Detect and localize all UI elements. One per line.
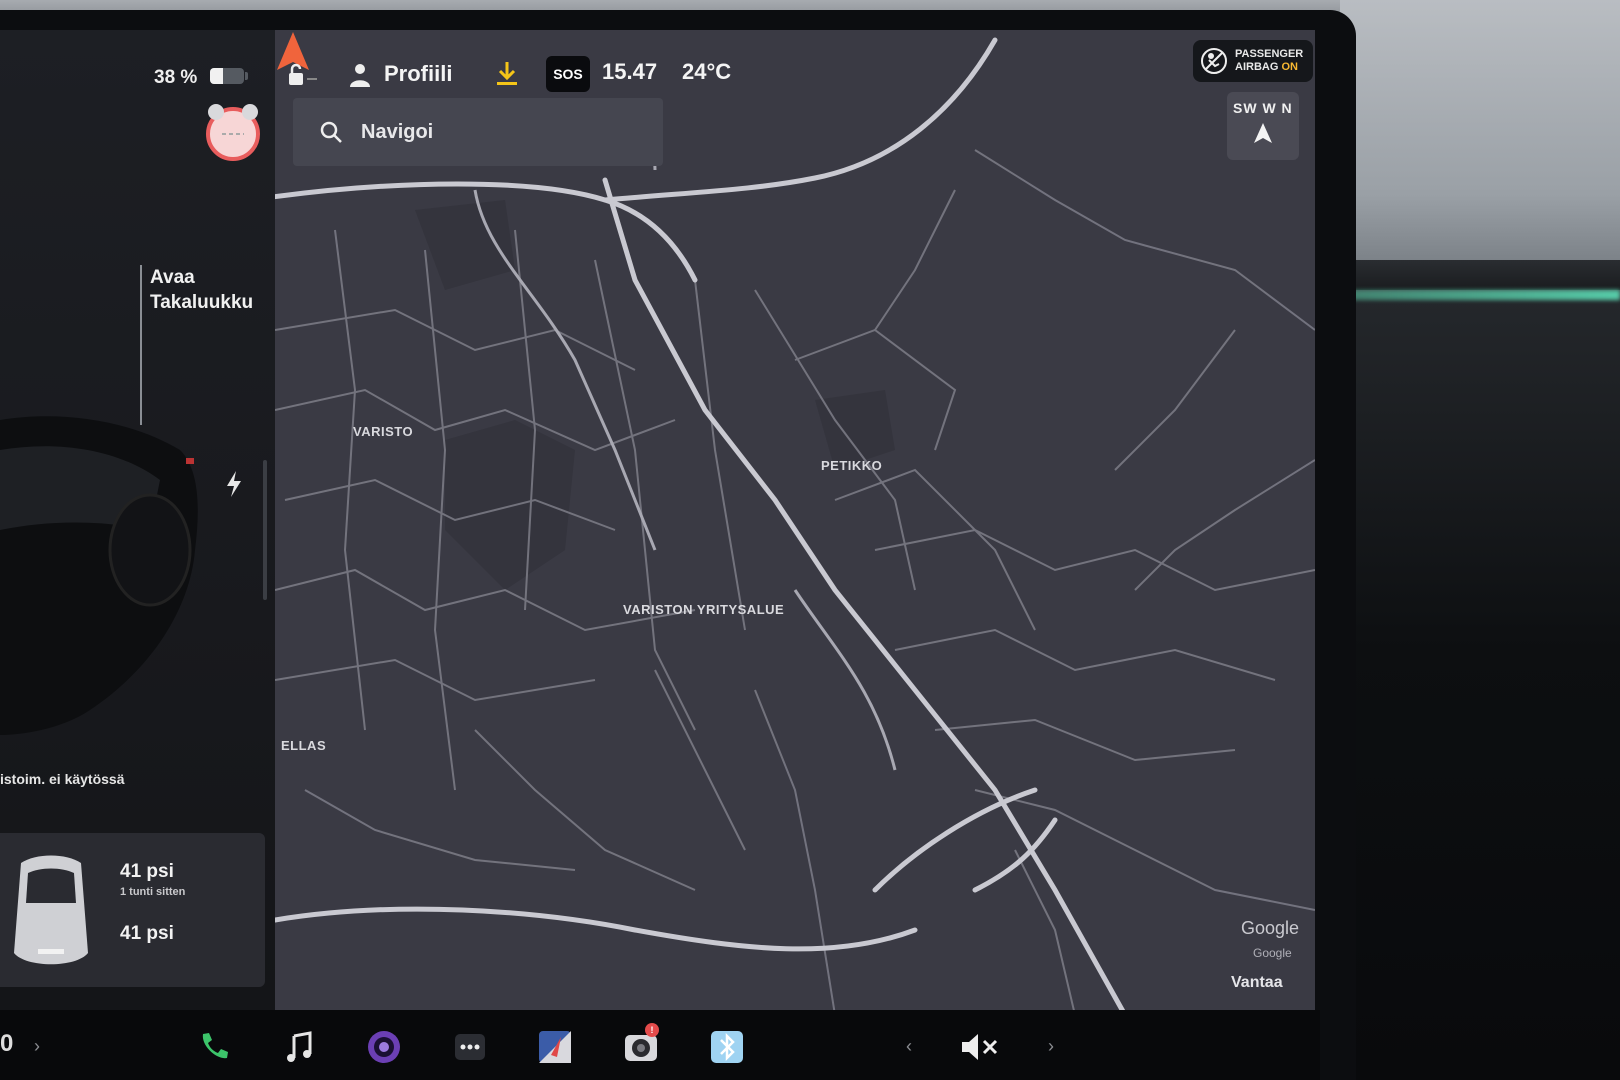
open-trunk-button[interactable]: Avaa Takaluukku xyxy=(150,265,253,315)
battery-percentage: 38 % xyxy=(154,67,198,88)
map-label-ellas: ELLAS xyxy=(281,738,327,753)
volume-muted-icon xyxy=(962,1034,998,1060)
airbag-line2: AIRBAG ON xyxy=(1235,61,1303,74)
map-attribution: Google xyxy=(1253,946,1292,960)
map-label-petikko: PETIKKO xyxy=(821,458,883,473)
sos-button[interactable]: SOS xyxy=(546,56,590,92)
map-city-label: Vantaa xyxy=(1231,974,1283,991)
battery-icon xyxy=(210,68,244,84)
map-view[interactable]: VARISTO PETIKKO VARISTON YRITYSALUE ELLA… xyxy=(275,30,1315,1015)
dashcam-badge: ! xyxy=(645,1023,659,1037)
volume-button[interactable] xyxy=(960,1027,1000,1067)
dashcam-app-button[interactable]: ! xyxy=(621,1023,661,1067)
download-update-icon[interactable] xyxy=(494,60,520,88)
compass-letters: SW W N xyxy=(1233,100,1293,116)
climate-temperature-partial[interactable]: 0 xyxy=(0,1030,13,1058)
google-logo: Google xyxy=(1241,918,1300,938)
background-cabin xyxy=(1340,0,1620,1080)
volume-up-chevron-icon[interactable]: › xyxy=(1048,1036,1054,1057)
lock-icon[interactable] xyxy=(285,62,319,88)
compass-button[interactable]: SW W N xyxy=(1227,92,1299,160)
search-input[interactable] xyxy=(359,119,643,145)
camera-app-button[interactable] xyxy=(364,1027,404,1067)
airbag-line1: PASSENGER xyxy=(1235,48,1304,60)
north-arrow-icon xyxy=(1254,123,1272,143)
passenger-airbag-indicator: PASSENGER AIRBAG ON xyxy=(1193,40,1313,82)
more-icon xyxy=(455,1034,485,1060)
profile-button[interactable]: Profiili xyxy=(384,61,452,87)
airbag-icon xyxy=(1201,48,1227,74)
map-roads xyxy=(275,37,1315,1015)
navigation-search[interactable] xyxy=(293,98,663,166)
bluetooth-app-button[interactable] xyxy=(707,1027,747,1067)
volume-down-chevron-icon[interactable]: ‹ xyxy=(906,1036,912,1057)
tire-pressure-time: 1 tunti sitten xyxy=(120,886,186,898)
airbag-status: ON xyxy=(1281,61,1298,73)
music-icon xyxy=(287,1031,312,1062)
climate-right-chevron-icon[interactable]: › xyxy=(34,1036,40,1057)
charge-port-icon[interactable] xyxy=(224,470,244,498)
phone-app-button[interactable] xyxy=(194,1027,234,1067)
outside-temperature: 24°C xyxy=(682,59,732,84)
car-3d-view[interactable] xyxy=(0,410,205,740)
panel-scroll-indicator xyxy=(263,460,267,600)
navigation-app-icon xyxy=(539,1031,571,1063)
clock: 15.47 xyxy=(602,59,658,84)
ambient-light-strip xyxy=(1340,290,1620,300)
seat-heater-icon[interactable] xyxy=(204,104,262,162)
battery-level-fill xyxy=(210,68,223,84)
battery-cap xyxy=(245,72,248,80)
sos-label: SOS xyxy=(553,66,583,82)
airbag-line2-prefix: AIRBAG xyxy=(1235,61,1282,73)
airbag-text: PASSENGER AIRBAG ON xyxy=(1235,48,1303,74)
trunk-divider xyxy=(140,265,142,425)
phone-icon xyxy=(202,1033,228,1059)
camera-app-icon xyxy=(368,1031,400,1063)
map-label-variston-yritysalue: VARISTON YRITYSALUE xyxy=(623,602,785,617)
tire-car-icon xyxy=(14,855,88,965)
status-text: istoim. ei käytössä xyxy=(0,771,125,787)
map-label-varisto: VARISTO xyxy=(353,424,414,439)
tire-pressure-card[interactable]: 41 psi 1 tunti sitten 41 psi xyxy=(0,833,265,987)
tire-pressure-rear: 41 psi xyxy=(120,923,174,944)
trunk-label-line1: Avaa xyxy=(150,267,195,288)
navigation-app-button[interactable] xyxy=(535,1027,575,1067)
background-dashboard xyxy=(1340,260,1620,290)
more-apps-button[interactable] xyxy=(450,1027,490,1067)
search-icon xyxy=(320,121,342,143)
trunk-label-line2: Takaluukku xyxy=(150,292,254,313)
tire-pressure-front: 41 psi xyxy=(120,861,174,882)
profile-icon[interactable] xyxy=(348,62,372,88)
bluetooth-icon xyxy=(711,1031,743,1063)
music-app-button[interactable] xyxy=(279,1027,319,1067)
